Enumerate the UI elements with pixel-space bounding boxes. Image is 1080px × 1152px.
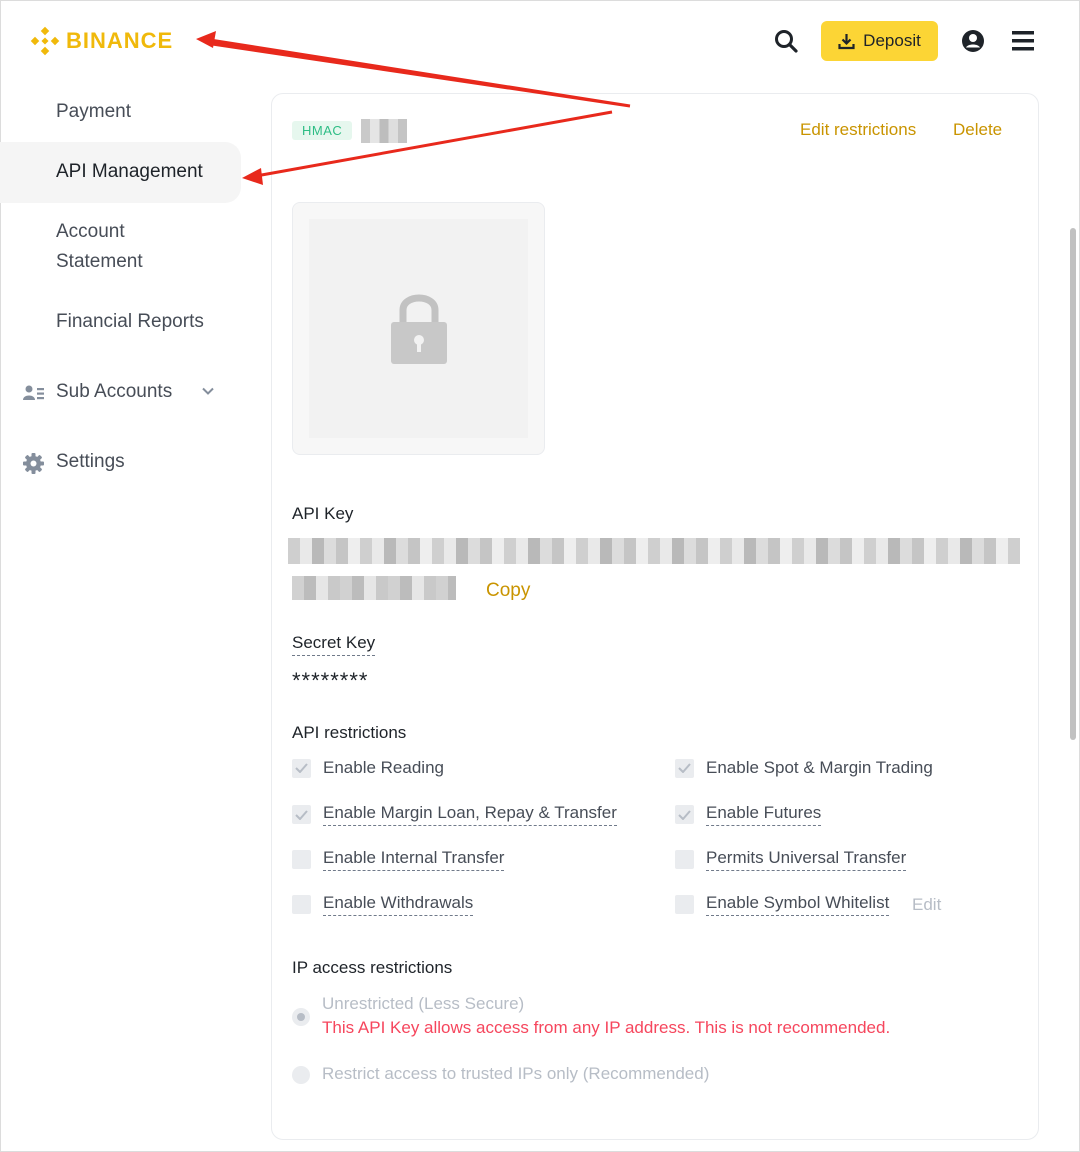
restriction-enable-withdrawals[interactable]: Enable Withdrawals xyxy=(292,893,474,916)
checkbox-checked[interactable] xyxy=(292,805,311,824)
restriction-label: Permits Universal Transfer xyxy=(706,848,907,871)
search-icon[interactable] xyxy=(774,28,798,54)
ip-warning-text: This API Key allows access from any IP a… xyxy=(322,1018,891,1037)
edit-restrictions-button[interactable]: Edit restrictions xyxy=(800,120,916,140)
check-icon xyxy=(678,809,691,820)
sidebar-item-api-management[interactable]: API Management xyxy=(56,157,203,187)
whitelist-edit-link[interactable]: Edit xyxy=(912,895,941,915)
secret-key-value: ******** xyxy=(292,668,369,693)
checkbox-unchecked[interactable] xyxy=(675,895,694,914)
ip-unrestricted-label: Unrestricted (Less Secure) xyxy=(322,994,525,1013)
radio-dot xyxy=(297,1013,305,1021)
restriction-enable-symbol-whitelist[interactable]: Enable Symbol Whitelist xyxy=(675,893,890,916)
gear-icon xyxy=(23,453,44,474)
sidebar-item-financial-reports[interactable]: Financial Reports xyxy=(56,307,204,337)
restriction-label: Enable Internal Transfer xyxy=(323,848,505,871)
sidebar-item-sub-accounts[interactable]: Sub Accounts xyxy=(56,377,172,407)
ip-access-label: IP access restrictions xyxy=(292,958,453,977)
deposit-button[interactable]: Deposit xyxy=(821,21,938,61)
ip-restricted-label: Restrict access to trusted IPs only (Rec… xyxy=(322,1064,710,1083)
checkbox-checked[interactable] xyxy=(675,758,694,778)
api-restrictions-label: API restrictions xyxy=(292,723,407,742)
sidebar-item-account-statement[interactable]: Account xyxy=(56,217,125,247)
restriction-label: Enable Margin Loan, Repay & Transfer xyxy=(323,803,617,826)
chevron-down-icon[interactable] xyxy=(201,384,215,398)
sidebar-item-account-statement-line2[interactable]: Statement xyxy=(56,247,143,277)
restriction-label: Enable Futures xyxy=(706,803,822,826)
restriction-label: Enable Reading xyxy=(323,758,444,777)
checkbox-unchecked[interactable] xyxy=(675,850,694,869)
radio-unselected[interactable] xyxy=(292,1066,310,1084)
restriction-enable-reading[interactable]: Enable Reading xyxy=(292,758,444,778)
restriction-enable-margin-loan[interactable]: Enable Margin Loan, Repay & Transfer xyxy=(292,803,617,826)
restriction-label: Enable Symbol Whitelist xyxy=(706,893,890,916)
sidebar-item-payment[interactable]: Payment xyxy=(56,97,131,127)
check-icon xyxy=(295,809,308,820)
users-icon xyxy=(23,385,44,400)
deposit-label: Deposit xyxy=(863,31,921,50)
lock-icon xyxy=(391,294,447,364)
secret-key-label: Secret Key xyxy=(292,633,376,656)
hmac-badge: HMAC xyxy=(292,121,353,140)
checkbox-checked[interactable] xyxy=(292,758,311,778)
restriction-label: Enable Withdrawals xyxy=(323,893,474,916)
api-key-label-redacted xyxy=(361,119,407,143)
restriction-label: Enable Spot & Margin Trading xyxy=(706,758,933,777)
delete-button[interactable]: Delete xyxy=(953,120,1002,140)
download-icon xyxy=(838,33,855,49)
restriction-enable-futures[interactable]: Enable Futures xyxy=(675,803,822,826)
binance-diamond-icon xyxy=(30,26,60,56)
sidebar-item-settings[interactable]: Settings xyxy=(56,447,125,477)
checkbox-checked[interactable] xyxy=(675,805,694,824)
restriction-enable-spot-margin-trading[interactable]: Enable Spot & Margin Trading xyxy=(675,758,933,778)
ip-option-unrestricted[interactable]: Unrestricted (Less Secure) This API Key … xyxy=(292,993,890,1041)
api-key-value-redacted-line2 xyxy=(292,576,456,600)
check-icon xyxy=(678,763,691,773)
check-icon xyxy=(295,763,308,773)
hamburger-menu-icon[interactable] xyxy=(1012,30,1034,52)
binance-logo[interactable]: BINANCE xyxy=(30,26,173,56)
scrollbar-thumb[interactable] xyxy=(1070,228,1076,740)
radio-selected[interactable] xyxy=(292,1008,310,1026)
api-key-value-redacted xyxy=(288,538,1020,564)
qr-code-placeholder xyxy=(292,202,545,455)
restriction-enable-internal-transfer[interactable]: Enable Internal Transfer xyxy=(292,848,505,871)
restriction-permits-universal-transfer[interactable]: Permits Universal Transfer xyxy=(675,848,907,871)
user-circle-icon[interactable] xyxy=(961,29,985,53)
checkbox-unchecked[interactable] xyxy=(292,895,311,914)
api-key-label: API Key xyxy=(292,504,354,523)
copy-api-key-button[interactable]: Copy xyxy=(486,580,530,602)
checkbox-unchecked[interactable] xyxy=(292,850,311,869)
ip-option-restricted[interactable]: Restrict access to trusted IPs only (Rec… xyxy=(292,1063,709,1085)
brand-name: BINANCE xyxy=(66,28,174,53)
